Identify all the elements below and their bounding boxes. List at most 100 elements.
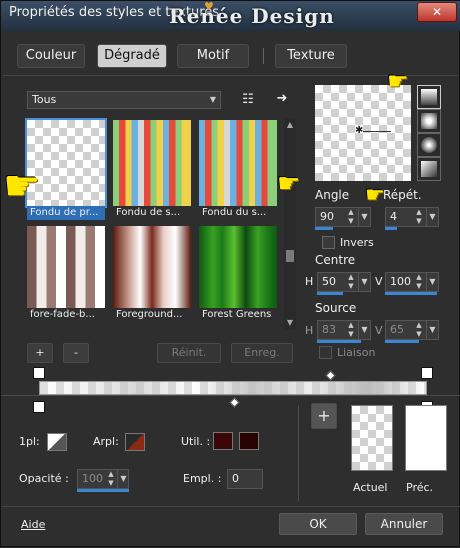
gradient-item-label: Foreground...	[116, 309, 183, 320]
opacity-value: 100	[82, 472, 103, 485]
gradient-item[interactable]: Fondu de s...	[111, 118, 193, 218]
center-v-spinner[interactable]: 100 ▲ ▼ ▼	[385, 272, 439, 292]
previous-label: Préc.	[406, 481, 434, 494]
spin-arrows-icon[interactable]: ▲ ▼	[346, 208, 356, 226]
foreground-swatch[interactable]	[47, 433, 67, 451]
spin-arrows-icon[interactable]: ▲ ▼	[346, 273, 356, 291]
rectangular-style-icon	[421, 113, 437, 129]
spin-arrows-icon[interactable]: ▲ ▼	[414, 208, 424, 226]
gradient-item[interactable]: Fondu du s...	[197, 118, 279, 218]
opacity-label: Opacité :	[19, 472, 69, 485]
styles-textures-dialog: Propriétés des styles et textures ♥ René…	[0, 0, 460, 547]
repeat-value: 4	[390, 210, 397, 223]
remove-gradient-button[interactable]: -	[63, 343, 89, 363]
ok-button[interactable]: OK	[279, 513, 357, 535]
repeat-spinner[interactable]: 4 ▲ ▼ ▼	[385, 207, 439, 227]
cancel-button[interactable]: Annuler	[365, 513, 443, 535]
repeat-slider-bar[interactable]	[385, 227, 397, 230]
angle-value: 90	[320, 210, 334, 223]
source-h-slider-bar[interactable]	[317, 340, 361, 343]
previous-preview-swatch[interactable]	[405, 405, 447, 471]
pointing-hand-icon: ☛	[3, 161, 41, 210]
angle-label: Angle	[315, 188, 350, 202]
top-stop-marker[interactable]	[33, 367, 45, 379]
angle-spinner[interactable]: 90 ▲ ▼ ▼	[315, 207, 371, 227]
invert-label: Invers	[340, 236, 374, 249]
tab-texture[interactable]: Texture	[275, 44, 347, 68]
opacity-slider-bar[interactable]	[77, 489, 129, 492]
pointing-hand-icon: ☛	[387, 67, 409, 95]
scroll-thumb[interactable]	[286, 250, 294, 262]
source-label: Source	[315, 301, 357, 315]
gradient-library: Fondu de pr... Fondu de s... Fondu du s.…	[25, 118, 281, 330]
style-sunburst-button[interactable]	[417, 133, 441, 157]
gradient-item-label: Forest Greens	[202, 309, 272, 320]
linear-style-icon	[421, 89, 437, 105]
background-swatch[interactable]	[125, 433, 145, 451]
help-link[interactable]: Aide	[21, 518, 45, 531]
chevron-down-icon[interactable]: ▼	[426, 208, 438, 226]
spin-arrows-icon[interactable]: ▲ ▼	[414, 321, 424, 339]
style-radial-button[interactable]	[417, 157, 441, 181]
gradient-item[interactable]: fore-fade-b...	[25, 224, 107, 320]
source-v-label: V	[375, 324, 383, 337]
opacity-spinner[interactable]: 100 ▲ ▼ ▼	[77, 469, 129, 489]
gradient-thumbnail	[199, 120, 277, 206]
invert-checkbox[interactable]	[322, 236, 335, 249]
pointing-hand-icon: ☛	[365, 183, 385, 208]
gradient-editor-bar[interactable]	[39, 381, 427, 395]
center-label: Centre	[315, 253, 356, 267]
style-linear-button[interactable]	[417, 85, 441, 109]
center-h-value: 50	[322, 275, 336, 288]
user-color-swatch[interactable]	[213, 432, 233, 450]
angle-slider-bar[interactable]	[315, 227, 333, 230]
add-to-swatches-button[interactable]: +	[311, 403, 337, 429]
chevron-down-icon[interactable]: ▼	[426, 321, 438, 339]
scroll-up-icon[interactable]: ▲	[284, 120, 296, 129]
spin-arrows-icon[interactable]: ▲ ▼	[106, 470, 116, 488]
save-button[interactable]: Enreg.	[231, 343, 293, 363]
radial-style-icon	[421, 161, 437, 177]
add-gradient-button[interactable]: +	[27, 343, 53, 363]
arrow-right-icon[interactable]: ➜	[273, 90, 291, 108]
user-color-swatch-2[interactable]	[239, 432, 259, 450]
onepl-label: 1pl:	[19, 435, 40, 448]
location-field[interactable]: 0	[227, 469, 263, 489]
center-h-spinner[interactable]: 50 ▲ ▼ ▼	[317, 272, 371, 292]
scroll-down-icon[interactable]: ▼	[284, 318, 296, 327]
current-label: Actuel	[353, 481, 388, 494]
gradient-thumbnail	[27, 226, 105, 308]
gradient-item[interactable]: Foreground...	[111, 224, 193, 320]
source-v-slider-bar[interactable]	[385, 340, 419, 343]
close-button[interactable]: ✕	[417, 2, 457, 22]
gradient-thumbnail	[199, 226, 277, 308]
link-checkbox[interactable]	[319, 346, 332, 359]
source-v-spinner[interactable]: 65 ▲ ▼ ▼	[385, 320, 439, 340]
chevron-down-icon[interactable]: ▼	[358, 273, 370, 291]
chevron-down-icon[interactable]: ▼	[358, 208, 370, 226]
gradient-item[interactable]: Forest Greens	[197, 224, 279, 320]
library-options-icon[interactable]: ☷	[239, 91, 257, 109]
chevron-down-icon[interactable]: ▼	[117, 470, 129, 488]
category-select[interactable]: Tous ▼	[27, 91, 221, 109]
top-stop-marker[interactable]	[421, 367, 433, 379]
chevron-down-icon[interactable]: ▼	[426, 273, 438, 291]
category-select-value: Tous	[32, 93, 57, 106]
reset-button[interactable]: Réinit.	[157, 343, 221, 363]
pointing-hand-icon: ☛	[277, 169, 301, 199]
tab-couleur[interactable]: Couleur	[17, 44, 85, 68]
chevron-down-icon[interactable]: ▼	[358, 321, 370, 339]
center-v-slider-bar[interactable]	[385, 292, 437, 295]
tab-motif[interactable]: Motif	[177, 44, 249, 68]
watermark-banner: Renée Design	[169, 4, 335, 28]
center-h-slider-bar[interactable]	[317, 292, 343, 295]
tab-degrade[interactable]: Dégradé	[97, 44, 167, 68]
spin-arrows-icon[interactable]: ▲ ▼	[346, 321, 356, 339]
gradient-item-label: fore-fade-b...	[30, 309, 95, 320]
style-rectangular-button[interactable]	[417, 109, 441, 133]
spin-arrows-icon[interactable]: ▲ ▼	[414, 273, 424, 291]
source-h-spinner[interactable]: 83 ▲ ▼ ▼	[317, 320, 371, 340]
library-scrollbar[interactable]: ▲ ▼	[284, 118, 296, 330]
current-preview-swatch[interactable]	[351, 405, 393, 471]
vertical-separator	[298, 405, 299, 501]
